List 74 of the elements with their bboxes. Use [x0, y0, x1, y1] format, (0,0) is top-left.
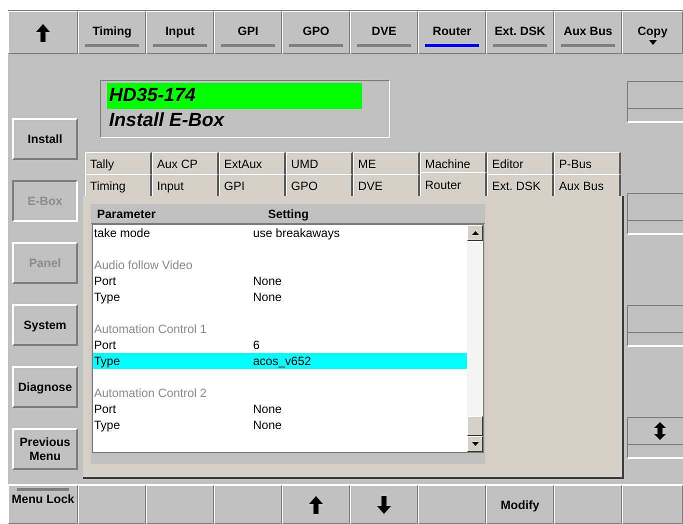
parameter-cell-text: Port	[93, 401, 118, 418]
settings-row[interactable]: Type acos_v652	[93, 353, 467, 369]
tab[interactable]: DVE	[353, 174, 420, 196]
menu-tab[interactable]: DVE	[350, 11, 418, 54]
side-panel-box	[627, 193, 683, 235]
device-name: HD35-174	[107, 83, 362, 109]
setting-cell-text: None	[253, 289, 282, 306]
parameter-cell-text: Type	[93, 417, 122, 434]
blank-button[interactable]	[554, 485, 622, 524]
menu-tab[interactable]: Router	[418, 11, 486, 54]
menu-tab[interactable]: GPI	[214, 11, 282, 54]
group-label: Audio follow Video	[93, 257, 193, 274]
scroll-thumb[interactable]	[467, 416, 483, 436]
parameter-cell-text: Port	[93, 337, 118, 354]
up-button[interactable]	[8, 11, 78, 54]
column-header: Parameter	[96, 206, 157, 222]
down-arrow-icon	[377, 496, 391, 514]
setting-cell-text: None	[253, 401, 282, 418]
up-button[interactable]	[282, 485, 350, 524]
scroll-down-icon	[472, 442, 478, 446]
up-arrow-icon	[36, 24, 50, 42]
menu-button[interactable]: Diagnose	[12, 366, 78, 408]
blank-button[interactable]	[78, 485, 146, 524]
tab[interactable]: Ext. DSK	[487, 174, 554, 196]
copy-dropdown[interactable]: Copy	[622, 11, 683, 54]
menu-tab[interactable]: Aux Bus	[554, 11, 622, 54]
modify-button[interactable]: Modify	[486, 485, 554, 524]
tab[interactable]: Aux CP	[152, 152, 219, 174]
column-header: Setting	[268, 206, 309, 222]
blank-button[interactable]	[418, 485, 486, 524]
setting-cell-text: use breakaways	[253, 225, 340, 242]
scroll-up-button[interactable]	[467, 225, 483, 241]
parameter-cell-text: take mode	[93, 225, 152, 242]
page-title: Install E-Box	[108, 109, 226, 133]
up-down-arrow-icon	[653, 422, 667, 440]
menu-tab[interactable]: Input	[146, 11, 214, 54]
side-panel-box	[627, 305, 683, 347]
tab[interactable]: Router	[420, 172, 487, 196]
tab[interactable]: GPI	[219, 174, 286, 196]
up-arrow-icon	[309, 496, 323, 514]
setting-cell-text: 6	[253, 337, 260, 354]
group-label: Automation Control 2	[93, 385, 207, 402]
menu-tab[interactable]: Timing	[78, 11, 146, 54]
blank-button[interactable]	[622, 485, 683, 524]
tab[interactable]: ME	[353, 152, 420, 174]
down-button[interactable]	[350, 485, 418, 524]
parameter-cell-text: Port	[93, 273, 118, 290]
group-label: Automation Control 1	[93, 321, 207, 338]
tab[interactable]: Tally	[85, 152, 152, 174]
scroll-up-icon	[472, 231, 478, 235]
tab[interactable]: Editor	[487, 152, 554, 174]
parameter-cell-text: Type	[93, 289, 122, 306]
side-panel-box	[627, 81, 683, 123]
menu-lock-button[interactable]: Menu Lock	[8, 485, 78, 524]
tab[interactable]: Timing	[85, 174, 152, 196]
tab[interactable]: Machine	[420, 152, 487, 174]
blank-button[interactable]	[146, 485, 214, 524]
menu-tab[interactable]: GPO	[282, 11, 350, 54]
tab[interactable]: P-Bus	[554, 152, 621, 174]
scroll-down-button[interactable]	[467, 436, 483, 452]
tab[interactable]: Aux Bus	[554, 174, 621, 196]
parameter-cell-text: Type	[93, 353, 122, 370]
menu-tab[interactable]: Ext. DSK	[486, 11, 554, 54]
menu-button[interactable]: System	[12, 304, 78, 346]
menu-button[interactable]: Install	[12, 118, 78, 160]
menu-button[interactable]: Previous Menu	[12, 428, 78, 470]
setting-cell-text: None	[253, 273, 282, 290]
setting-cell-text: None	[253, 417, 282, 434]
tab[interactable]: GPO	[286, 174, 353, 196]
setting-cell-text: acos_v652	[253, 353, 312, 370]
tab[interactable]: Input	[152, 174, 219, 196]
blank-button[interactable]	[214, 485, 282, 524]
tab[interactable]: UMD	[286, 152, 353, 174]
tab[interactable]: ExtAux	[219, 152, 286, 174]
